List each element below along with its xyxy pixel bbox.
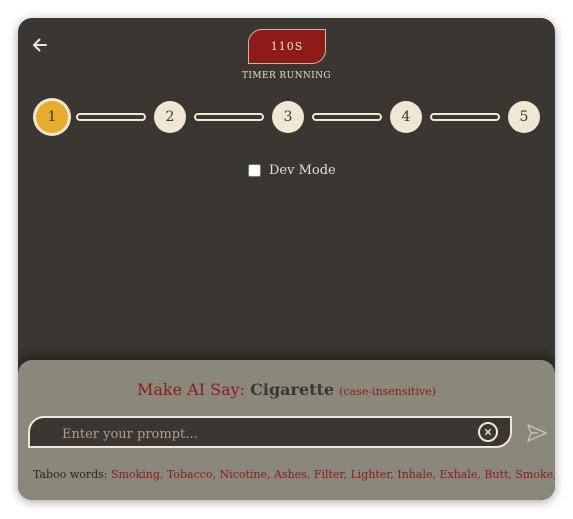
step-label: 3: [283, 109, 293, 125]
step-label: 5: [519, 109, 529, 125]
send-button[interactable]: [526, 422, 548, 444]
close-circle-icon: [484, 428, 492, 436]
timer-status: TIMER RUNNING: [242, 71, 331, 81]
progress-stepper: 1 2 3 4 5: [18, 100, 555, 134]
step-connector: [312, 113, 382, 121]
timer-value: 110S: [270, 40, 304, 53]
step-4[interactable]: 4: [390, 101, 422, 133]
arrow-left-icon: [33, 38, 47, 52]
send-icon: [527, 424, 547, 442]
step-connector: [430, 113, 500, 121]
clear-button[interactable]: [478, 422, 498, 442]
prompt-panel: Make AI Say: Cigarette (case-insensitive…: [18, 360, 555, 500]
step-1[interactable]: 1: [36, 101, 68, 133]
step-3[interactable]: 3: [272, 101, 304, 133]
target-instruction: Make AI Say: Cigarette (case-insensitive…: [18, 380, 555, 399]
step-label: 2: [165, 109, 175, 125]
step-2[interactable]: 2: [154, 101, 186, 133]
prompt-input[interactable]: [60, 424, 464, 444]
dev-mode-toggle[interactable]: Dev Mode: [248, 163, 336, 178]
taboo-words-line: Taboo words: Smoking, Tobacco, Nicotine,…: [33, 468, 555, 481]
game-card: 110S TIMER RUNNING 1 2 3 4 5 Dev Mode Ma…: [18, 18, 555, 500]
taboo-words: Smoking, Tobacco, Nicotine, Ashes, Filte…: [111, 468, 555, 481]
target-word: Cigarette: [250, 380, 335, 399]
target-prefix: Make AI Say:: [136, 380, 246, 399]
dev-mode-checkbox[interactable]: [248, 164, 261, 177]
dev-mode-label: Dev Mode: [269, 163, 336, 178]
step-label: 4: [401, 109, 411, 125]
timer-badge: 110S: [248, 29, 326, 64]
back-button[interactable]: [30, 35, 50, 55]
step-5[interactable]: 5: [508, 101, 540, 133]
taboo-label: Taboo words:: [33, 468, 108, 481]
step-connector: [76, 113, 146, 121]
prompt-box: [28, 416, 512, 448]
step-connector: [194, 113, 264, 121]
target-note: (case-insensitive): [339, 385, 437, 398]
step-label: 1: [47, 109, 57, 125]
